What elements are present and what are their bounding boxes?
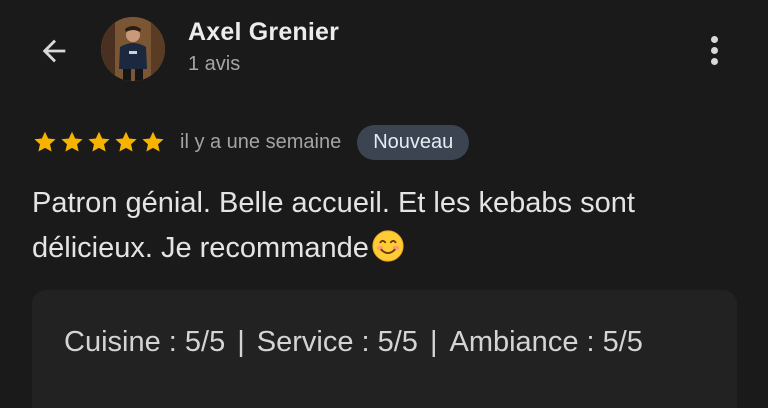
- score-separator: |: [237, 326, 245, 358]
- new-badge: Nouveau: [357, 124, 470, 160]
- score-summary: Cuisine : 5/5 | Service : 5/5 | Ambiance : 5…: [32, 290, 737, 408]
- star-rating: [32, 129, 166, 155]
- smiling-face-emoji-icon: [372, 230, 404, 262]
- star-icon: [61, 131, 83, 152]
- more-vert-icon: [710, 35, 718, 43]
- score-cuisine: Cuisine : 5/5: [64, 326, 226, 358]
- star-icon: [88, 131, 110, 152]
- arrow-left-icon: [42, 39, 66, 63]
- star-icon: [115, 131, 137, 152]
- back-button[interactable]: [34, 31, 74, 71]
- review-date: il y a une semaine: [180, 130, 342, 153]
- scores-line: Cuisine : 5/5 | Service : 5/5 | Ambiance : 5…: [64, 326, 643, 359]
- review-body: Patron génial. Belle accueil. Et les keb…: [32, 187, 635, 264]
- avatar[interactable]: [101, 17, 165, 81]
- score-service: Service : 5/5: [256, 326, 418, 358]
- reviewer-name[interactable]: Axel Grenier: [188, 18, 339, 47]
- more-options-button[interactable]: [700, 30, 728, 70]
- review-screen: Axel Grenier 1 avis il y a une semaine N…: [0, 0, 768, 408]
- score-ambiance: Ambiance : 5/5: [449, 326, 643, 358]
- star-icon: [34, 131, 56, 152]
- reviewer-header: Axel Grenier 1 avis: [0, 0, 768, 100]
- review-count: 1 avis: [188, 53, 241, 75]
- rating-row: il y a une semaine Nouveau: [32, 122, 470, 162]
- review-text: Patron génial. Belle accueil. Et les keb…: [32, 181, 732, 271]
- score-separator: |: [429, 326, 438, 358]
- star-icon: [142, 131, 164, 152]
